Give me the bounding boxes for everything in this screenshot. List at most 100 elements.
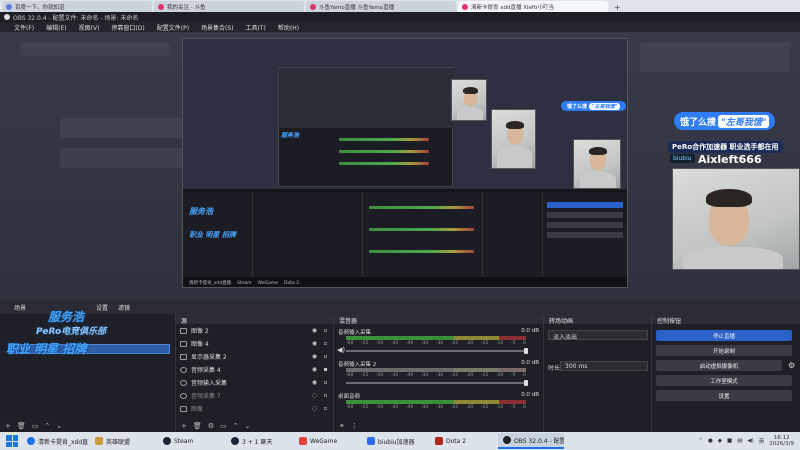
source-filters-icon[interactable]: ▭ xyxy=(220,422,227,430)
meter-scale: -60 -55 -50 -45 -40 -35 -30 -25 -20 -15 -10 -5 0 xyxy=(346,341,526,346)
visibility-eye-off-icon[interactable]: ◌ xyxy=(311,392,318,399)
transitions-title: 转场动画 xyxy=(544,314,651,325)
visibility-eye-icon[interactable]: ◉ xyxy=(311,340,318,347)
wegame-icon xyxy=(299,437,307,445)
lock-icon[interactable]: ▫ xyxy=(322,379,329,386)
menu-view[interactable]: 视图(V) xyxy=(79,23,100,32)
overlay-subline: PeRo合作加速器 职业选手都在用 xyxy=(668,141,783,153)
taskbar-item-steam[interactable]: Steam xyxy=(158,433,224,449)
source-item[interactable]: 图像 2 ◉ ▫ xyxy=(176,324,333,337)
taskbar-item-biubiu[interactable]: biubiu加速器 xyxy=(362,433,428,449)
start-virtual-camera-button[interactable]: 启动虚拟摄像机 xyxy=(656,360,782,371)
source-item[interactable]: 音频采集 4 ◉ ▪ xyxy=(176,363,333,376)
remove-scene-icon[interactable]: 🗑 xyxy=(17,422,26,430)
bg-card xyxy=(60,118,190,138)
nested-meter xyxy=(339,138,429,141)
nested-taskbar: 清新卡提肯_xdd直播 Steam WeGame Dota 2 xyxy=(183,277,627,287)
tray-app-icon[interactable]: ■ xyxy=(727,438,732,444)
visibility-eye-icon[interactable]: ◉ xyxy=(311,353,318,360)
add-source-button[interactable]: + xyxy=(181,422,187,430)
move-down-icon[interactable]: ⌄ xyxy=(56,422,62,430)
remove-source-icon[interactable]: 🗑 xyxy=(193,422,202,430)
lock-icon[interactable]: ▫ xyxy=(322,392,329,399)
more-options-icon[interactable]: ⋮ xyxy=(351,422,358,430)
header-settings[interactable]: 设置 xyxy=(96,303,108,312)
menu-docks[interactable]: 停靠窗口(D) xyxy=(111,23,144,32)
nested-webcam xyxy=(573,139,621,189)
source-item[interactable]: 图像 ◌ ▫ xyxy=(176,402,333,415)
move-up-icon[interactable]: ⌃ xyxy=(233,422,239,430)
speaker-icon[interactable]: ◀) xyxy=(337,346,345,354)
clock[interactable]: 16:12 2026/3/9 xyxy=(769,435,794,447)
menu-file[interactable]: 文件(F) xyxy=(14,23,34,32)
visibility-eye-icon[interactable]: ◉ xyxy=(311,379,318,386)
meter-scale: -60 -55 -50 -45 -40 -35 -30 -25 -20 -15 -10 -5 0 xyxy=(346,373,526,378)
taskbar-item-dota[interactable]: Dota 2 xyxy=(430,433,496,449)
visibility-eye-icon[interactable]: ◉ xyxy=(311,366,318,373)
obs-preview[interactable]: 服务浩 饿了么搜 "左哥我饿" 服务浩 职业 明星 招牌 清新卡提肯_xdd直播… xyxy=(0,32,800,300)
taskbar-item-browser[interactable]: 清新卡提肯_xdd直播 xyxy=(22,433,88,449)
add-scene-button[interactable]: + xyxy=(5,422,11,430)
header-scenes[interactable]: 场景 xyxy=(14,303,26,312)
browser-tab[interactable]: 斗鱼Yamo直播 斗鱼Yamo直播 xyxy=(306,1,456,12)
browser-tab[interactable]: 我的关注 - 斗鱼 xyxy=(154,1,304,12)
menu-edit[interactable]: 编辑(E) xyxy=(46,23,66,32)
slider-handle[interactable] xyxy=(524,380,528,386)
taskbar-item-obs[interactable]: OBS 32.0.4 - 配置... xyxy=(498,433,564,449)
scene-filters-icon[interactable]: ▭ xyxy=(32,422,39,430)
start-recording-button[interactable]: 开始录制 xyxy=(656,345,792,356)
webcam-body xyxy=(683,247,783,269)
image-icon xyxy=(180,340,187,347)
lock-icon[interactable]: ▫ xyxy=(322,327,329,334)
taskbar-item-steam-chat[interactable]: 3 + 1 聊天 xyxy=(226,433,292,449)
source-properties-icon[interactable]: ⚙ xyxy=(208,422,214,430)
move-up-icon[interactable]: ⌃ xyxy=(44,422,50,430)
windows-start-icon[interactable] xyxy=(6,435,18,447)
new-tab-button[interactable]: + xyxy=(610,3,625,12)
menu-tools[interactable]: 工具(T) xyxy=(246,23,266,32)
source-item[interactable]: 音频输入采集 ◉ ▫ xyxy=(176,376,333,389)
banner-prefix: 饿了么搜 xyxy=(680,117,717,128)
source-item[interactable]: 显示器采集 2 ◉ ▫ xyxy=(176,350,333,363)
tray-chevron-icon[interactable]: ⌃ xyxy=(698,438,703,444)
level-meter xyxy=(346,368,526,372)
source-item[interactable]: 音频采集 7 ◌ ▫ xyxy=(176,389,333,402)
network-icon[interactable]: ▤ xyxy=(737,438,742,444)
lock-icon[interactable]: ▫ xyxy=(322,405,329,412)
source-item[interactable]: 图像 4 ◉ ▫ xyxy=(176,337,333,350)
header-filters[interactable]: 滤镜 xyxy=(118,303,130,312)
settings-button[interactable]: 设置 xyxy=(656,390,792,401)
volume-slider[interactable] xyxy=(346,380,528,386)
move-down-icon[interactable]: ⌄ xyxy=(245,422,251,430)
browser-tab[interactable]: 百度一下，你就知道 xyxy=(2,1,152,12)
virtual-camera-settings-icon[interactable]: ⚙ xyxy=(788,361,795,370)
channel-db: 0.0 dB xyxy=(521,360,539,366)
tray-app-icon[interactable]: ◆ xyxy=(718,438,722,444)
menu-scene-collection[interactable]: 场景集合(S) xyxy=(201,23,234,32)
lock-icon[interactable]: ▫ xyxy=(322,353,329,360)
volume-slider[interactable] xyxy=(346,348,528,354)
lock-icon[interactable]: ▫ xyxy=(322,340,329,347)
browser-tabstrip: 百度一下，你就知道 我的关注 - 斗鱼 斗鱼Yamo直播 斗鱼Yamo直播 清新… xyxy=(0,0,800,12)
slider-handle[interactable] xyxy=(524,348,528,354)
menu-help[interactable]: 帮助(H) xyxy=(278,23,299,32)
menu-profile[interactable]: 配置文件(P) xyxy=(157,23,189,32)
visibility-eye-icon[interactable]: ◉ xyxy=(311,327,318,334)
lock-icon[interactable]: ▪ xyxy=(322,366,329,373)
image-icon xyxy=(180,405,187,412)
ime-indicator[interactable]: 英 xyxy=(759,437,765,445)
duration-input[interactable]: 300 ms xyxy=(560,361,648,371)
stop-streaming-button[interactable]: 停止直播 xyxy=(656,330,792,341)
taskbar-item-lol[interactable]: 英雄联盟 xyxy=(90,433,156,449)
visibility-eye-off-icon[interactable]: ◌ xyxy=(311,405,318,412)
volume-icon[interactable]: ◀) xyxy=(747,438,753,444)
taskbar-item-wegame[interactable]: WeGame xyxy=(294,433,360,449)
dock-header: 场景 设置 滤镜 xyxy=(0,300,800,314)
channel-name: 音频输入采集 2 xyxy=(338,362,377,368)
studio-mode-button[interactable]: 工作室模式 xyxy=(656,375,792,386)
link-icon[interactable]: ⚭ xyxy=(339,422,345,430)
tray-app-icon[interactable]: ● xyxy=(708,438,713,444)
transition-type-select[interactable]: 淡入淡出 xyxy=(548,330,648,341)
audio-mixer-dock: 混音器 音频输入采集 0.0 dB -60 -55 -50 -45 -40 -35 -30-… xyxy=(334,314,544,432)
browser-tab-active[interactable]: 清新卡提肯 xdd直播 Xlefti小叮当 xyxy=(458,1,608,12)
